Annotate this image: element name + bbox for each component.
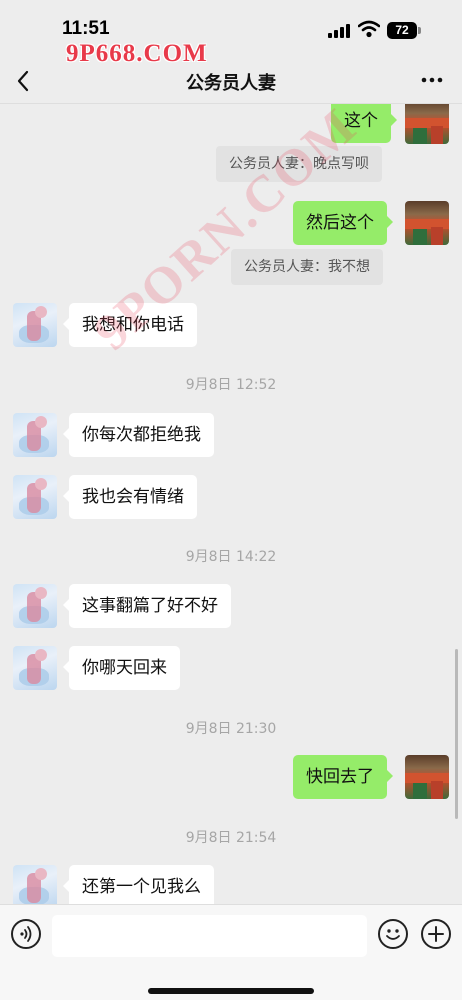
message-bubble-received[interactable]: 你哪天回来 bbox=[63, 646, 180, 690]
battery-level: 72 bbox=[387, 22, 417, 39]
emoji-icon bbox=[386, 929, 400, 940]
more-dots-icon bbox=[421, 77, 443, 83]
contact-avatar[interactable] bbox=[13, 865, 57, 904]
message-bubble-received[interactable]: 这事翻篇了好不好 bbox=[63, 584, 231, 628]
message-timestamp: 9月8日 12:52 bbox=[185, 377, 277, 393]
more-functions-button[interactable] bbox=[421, 919, 451, 949]
signal-icon bbox=[328, 24, 352, 38]
scrollbar[interactable] bbox=[455, 649, 458, 819]
message-bubble-sent[interactable]: 这个 bbox=[331, 104, 397, 143]
status-time: 11:51 bbox=[62, 18, 110, 39]
contact-avatar[interactable] bbox=[13, 646, 57, 690]
my-avatar[interactable] bbox=[405, 755, 449, 799]
message-list[interactable]: 这个 公务员人妻：晚点写呗 然后这个 公务员人妻：我不想 我想和你电话 9月8日… bbox=[0, 104, 462, 904]
contact-avatar[interactable] bbox=[13, 303, 57, 347]
emoji-button[interactable] bbox=[378, 919, 408, 949]
quoted-message[interactable]: 公务员人妻：晚点写呗 bbox=[216, 146, 382, 182]
contact-avatar[interactable] bbox=[13, 584, 57, 628]
contact-avatar[interactable] bbox=[13, 475, 57, 519]
message-bubble-received[interactable]: 我也会有情绪 bbox=[63, 475, 197, 519]
voice-button[interactable] bbox=[11, 919, 41, 949]
message-timestamp: 9月8日 21:54 bbox=[185, 830, 277, 846]
message-bubble-received[interactable]: 还第一个见我么 bbox=[63, 865, 214, 904]
quoted-message[interactable]: 公务员人妻：我不想 bbox=[231, 249, 383, 285]
message-input[interactable] bbox=[52, 915, 367, 957]
contact-avatar[interactable] bbox=[13, 413, 57, 457]
chat-title: 公务员人妻 bbox=[186, 73, 276, 94]
message-timestamp: 9月8日 21:30 bbox=[185, 721, 277, 737]
my-avatar[interactable] bbox=[405, 201, 449, 245]
wifi-icon bbox=[357, 20, 381, 38]
plus-icon bbox=[428, 926, 444, 942]
my-avatar[interactable] bbox=[405, 104, 449, 144]
input-bar bbox=[0, 904, 462, 1000]
home-indicator bbox=[148, 988, 314, 994]
message-bubble-received[interactable]: 你每次都拒绝我 bbox=[63, 413, 214, 457]
message-bubble-received[interactable]: 我想和你电话 bbox=[63, 303, 197, 347]
message-timestamp: 9月8日 14:22 bbox=[185, 549, 277, 565]
voice-icon bbox=[20, 926, 32, 942]
battery-icon: 72 bbox=[387, 22, 421, 39]
message-bubble-sent[interactable]: 然后这个 bbox=[293, 201, 393, 245]
message-bubble-sent[interactable]: 快回去了 bbox=[293, 755, 393, 799]
more-button[interactable] bbox=[420, 70, 444, 90]
nav-bar: 公务员人妻 bbox=[0, 58, 462, 104]
